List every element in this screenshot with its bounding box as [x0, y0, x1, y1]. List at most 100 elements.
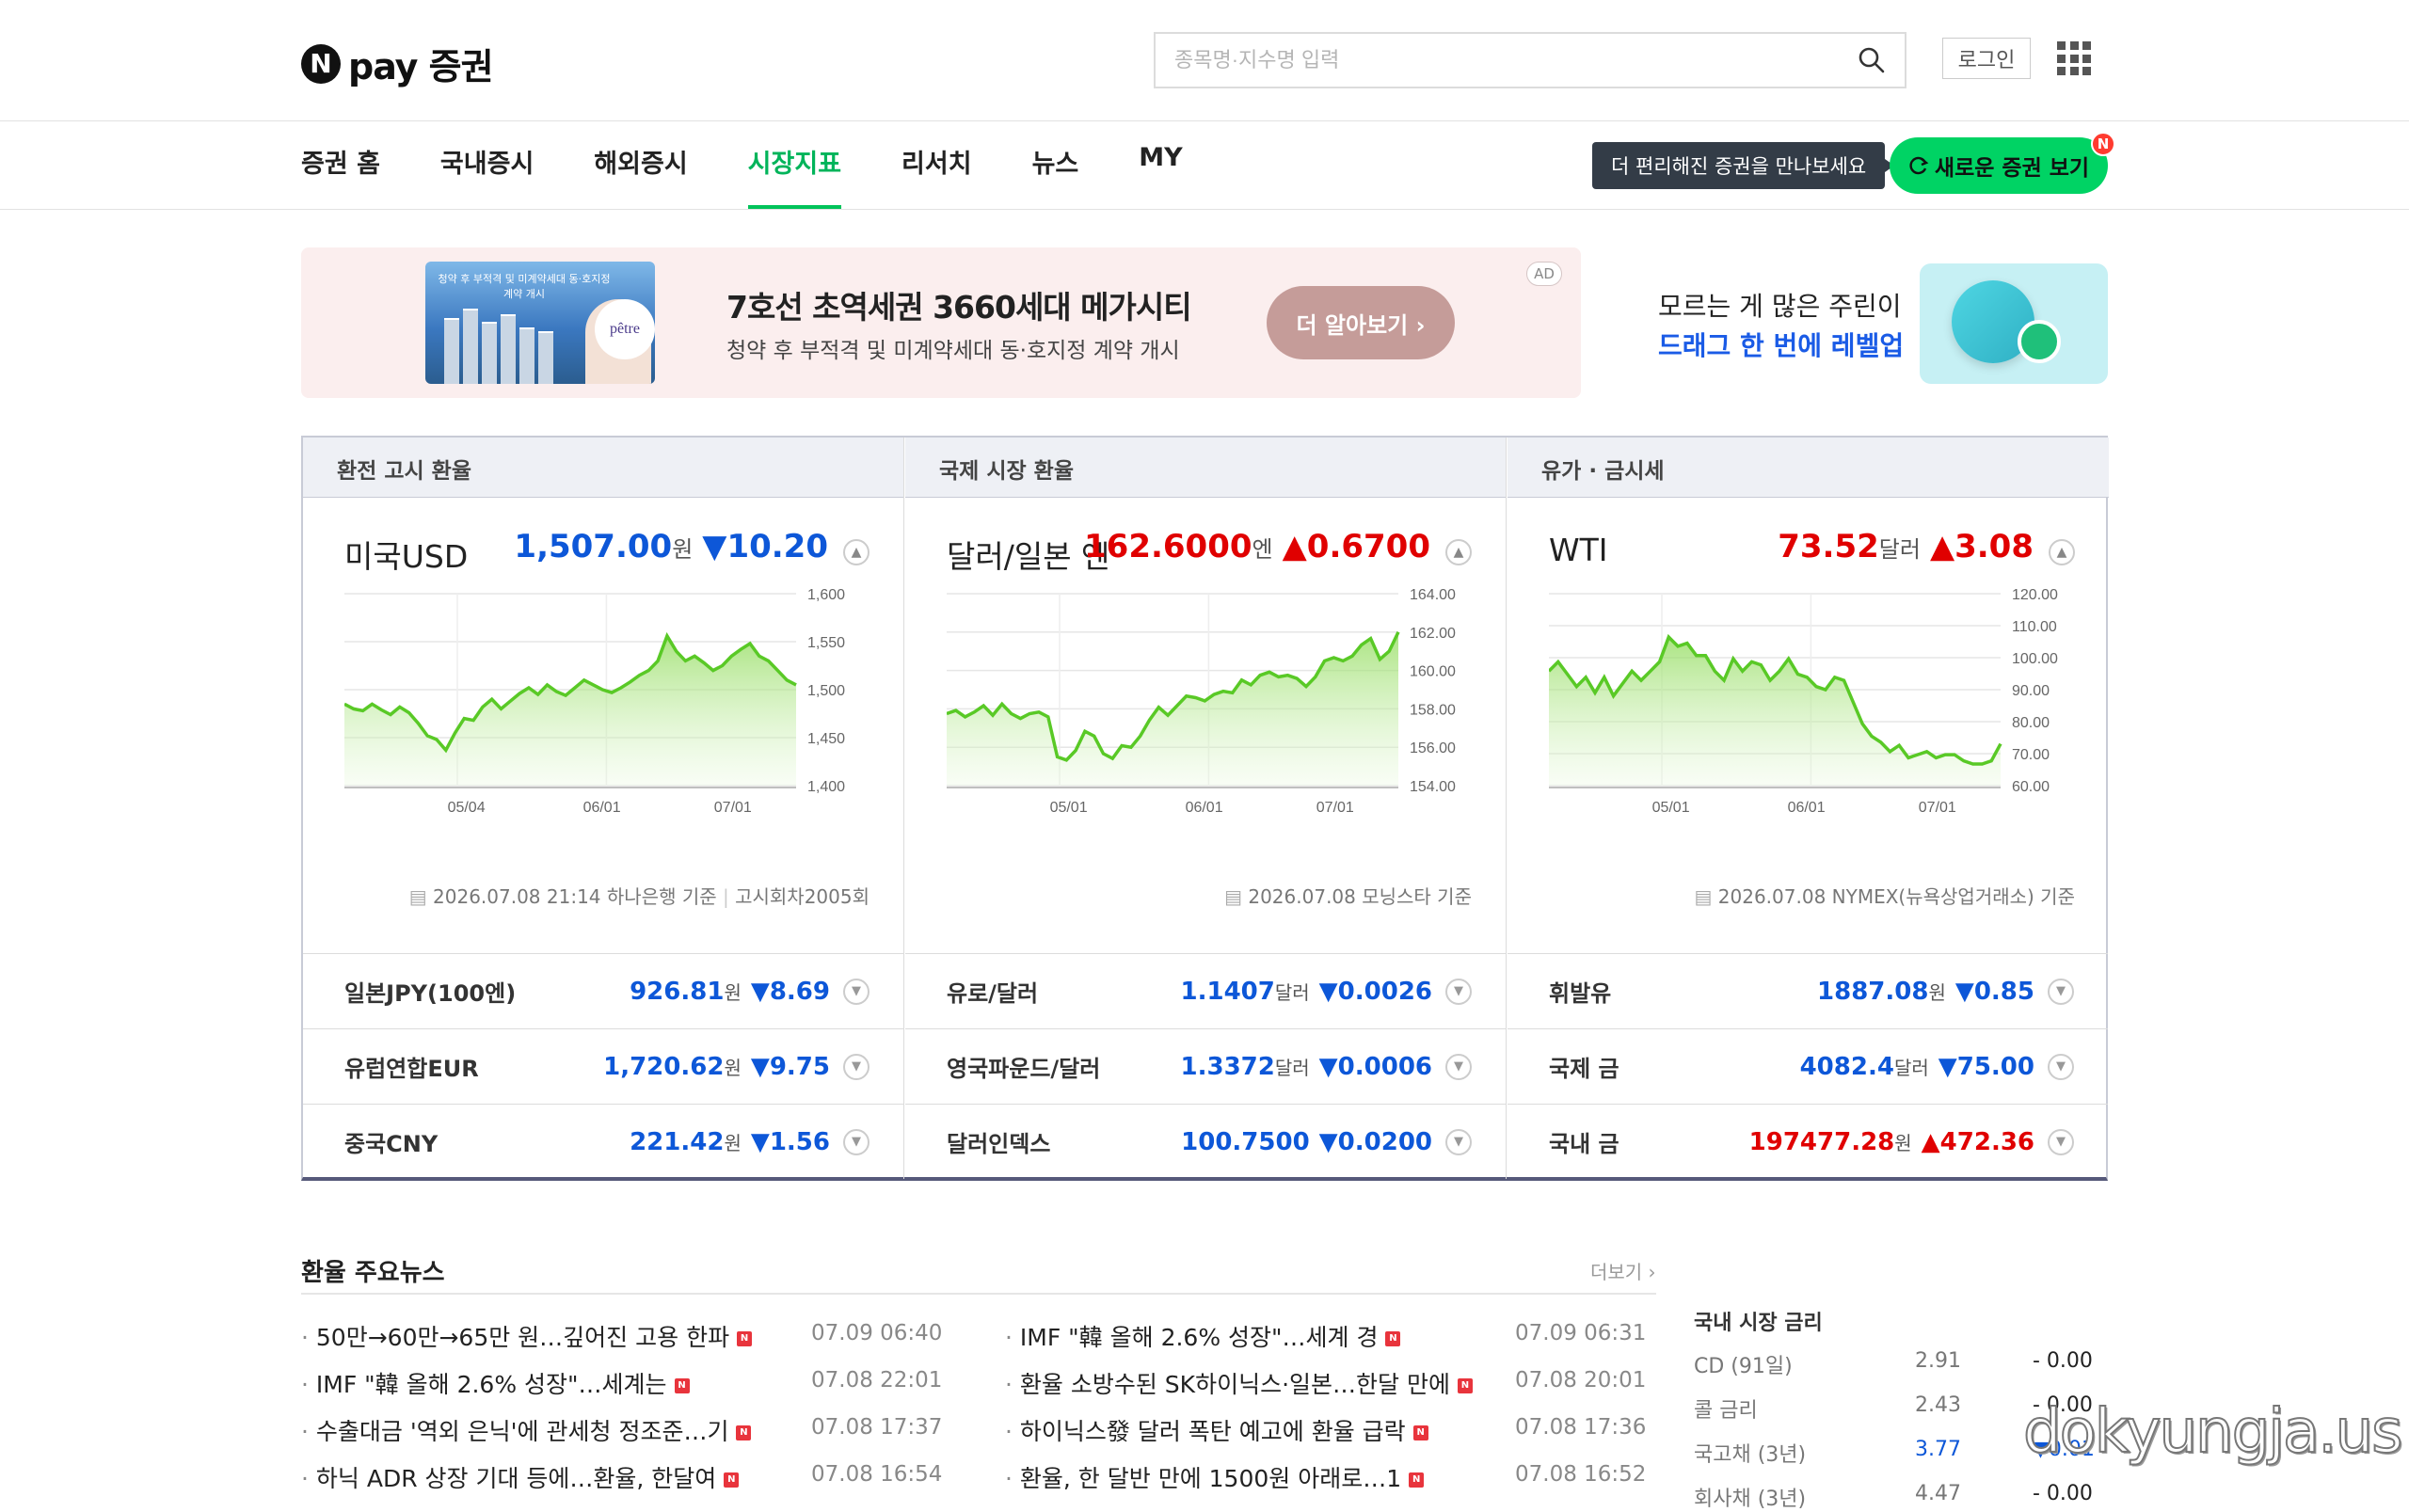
news-item[interactable]: · 환율 소방수된 SK하이닉스·일본…한달 만에 N 07.08 20:01 — [1005, 1366, 1646, 1400]
search-box[interactable] — [1154, 32, 1906, 88]
magnifier-badge-icon — [2018, 320, 2061, 363]
news-time: 07.09 06:31 — [1515, 1321, 1647, 1345]
login-button[interactable]: 로그인 — [1942, 38, 2031, 79]
ad-subtitle[interactable]: 청약 후 부적격 및 미계약세대 동·호지정 계약 개시 — [726, 332, 1180, 364]
news-time: 07.09 06:40 — [811, 1321, 943, 1345]
expand-chevron-icon[interactable]: ▼ — [1445, 1053, 1472, 1080]
nav-item-2[interactable]: 해외증시 — [594, 143, 687, 209]
y-tick-label: 60.00 — [2012, 779, 2050, 795]
x-tick-label: 06/01 — [583, 800, 621, 816]
ad-title[interactable]: 7호선 초역세권 3660세대 메가시티 — [726, 282, 1192, 327]
nav-item-6[interactable]: MY — [1139, 143, 1182, 209]
x-tick-label: 05/01 — [1652, 800, 1690, 816]
news-new-badge: N — [737, 1331, 753, 1346]
nav-item-1[interactable]: 국내증시 — [440, 143, 534, 209]
unit: 원 — [1894, 1131, 1912, 1154]
news-new-badge: N — [1385, 1331, 1401, 1346]
indicator-row[interactable]: 중국CNY 221.42원 ▼1.56 ▼ — [303, 1104, 903, 1179]
main-indicator-name[interactable]: 미국USD — [344, 532, 468, 577]
rate-change: - 0.00 — [2033, 1482, 2093, 1505]
news-item[interactable]: · 수출대금 '역외 은닉'에 관세청 정조준…기 N 07.08 17:37 — [301, 1413, 942, 1447]
indicator-name: 유로/달러 — [947, 980, 1039, 1007]
nav-item-4[interactable]: 리서치 — [901, 143, 972, 209]
bullet: · — [301, 1418, 316, 1445]
news-more-link[interactable]: 더보기 › — [1590, 1257, 1656, 1284]
expand-chevron-icon[interactable]: ▼ — [1445, 1128, 1472, 1155]
indicator-name: 영국파운드/달러 — [947, 1056, 1101, 1082]
ad-learn-more-button[interactable]: 더 알아보기 › — [1267, 286, 1455, 359]
indicator-row[interactable]: 국내 금 197477.28원 ▲472.36 ▼ — [1508, 1104, 2108, 1179]
app-grid-icon[interactable] — [2057, 41, 2091, 75]
new-securities-button[interactable]: 새로운 증권 보기 — [1890, 137, 2108, 194]
y-tick-label: 80.00 — [2012, 715, 2050, 731]
indicator-row[interactable]: 영국파운드/달러 1.3372달러 ▼0.0006 ▼ — [905, 1028, 1506, 1104]
indicator-value: 1887.08원 ▼0.85 — [1817, 978, 2034, 1006]
news-time: 07.08 22:01 — [811, 1368, 943, 1393]
unit: 달러 — [1893, 1056, 1929, 1079]
news-item[interactable]: · 하닉 ADR 상장 기대 등에…환율, 한달여 N 07.08 16:54 — [301, 1460, 942, 1494]
indicator-row[interactable]: 휘발유 1887.08원 ▼0.85 ▼ — [1508, 953, 2108, 1028]
indicator-name: 휘발유 — [1549, 980, 1612, 1007]
nav-item-3[interactable]: 시장지표 — [747, 143, 842, 209]
column-header[interactable]: 국제 시장 환율 — [905, 438, 1506, 498]
collapse-chevron-icon[interactable]: ▲ — [843, 539, 869, 565]
expand-chevron-icon[interactable]: ▼ — [1445, 978, 1472, 1005]
expand-chevron-icon[interactable]: ▼ — [843, 1128, 869, 1155]
ad-image[interactable]: 청약 후 부적격 및 미계약세대 동·호지정 계약 개시 pêtre — [425, 262, 655, 384]
news-item[interactable]: · IMF "韓 올해 2.6% 성장"…세계 경 N 07.09 06:31 — [1005, 1319, 1646, 1353]
market-column-0: 환전 고시 환율미국USD 1,507.00원 ▼10.20 ▲ 1,600 1,550 1… — [303, 438, 904, 1179]
news-title: 하이닉스發 달러 폭탄 예고에 환율 급락 — [1019, 1418, 1406, 1445]
expand-chevron-icon[interactable]: ▼ — [2048, 1128, 2074, 1155]
chart-2[interactable]: 120.00 110.00 100.00 90.00 80.00 70.00 60.00 05… — [1549, 588, 2076, 823]
nav-item-0[interactable]: 증권 홈 — [301, 143, 380, 209]
indicator-row[interactable]: 유럽연합EUR 1,720.62원 ▼9.75 ▼ — [303, 1028, 903, 1104]
indicator-row[interactable]: 일본JPY(100엔) 926.81원 ▼8.69 ▼ — [303, 953, 903, 1028]
main-value: 1,507.00 — [514, 528, 673, 565]
column-header[interactable]: 환전 고시 환율 — [303, 438, 903, 498]
collapse-chevron-icon[interactable]: ▲ — [2049, 539, 2075, 565]
indicator-row[interactable]: 국제 금 4082.4달러 ▼75.00 ▼ — [1508, 1028, 2108, 1104]
indicator-row[interactable]: 달러인덱스 100.7500 ▼0.0200 ▼ — [905, 1104, 1506, 1179]
y-tick-label: 100.00 — [2012, 651, 2058, 667]
indicator-value: 100.7500 ▼0.0200 — [1181, 1128, 1432, 1156]
x-tick-label: 06/01 — [1788, 800, 1826, 816]
rate-row[interactable]: CD (91일) 2.91 - 0.00 — [1694, 1349, 2108, 1379]
nav-item-5[interactable]: 뉴스 — [1032, 143, 1079, 209]
collapse-chevron-icon[interactable]: ▲ — [1445, 539, 1472, 565]
main-unit: 원 — [672, 536, 694, 563]
chart-1[interactable]: 164.00 162.00 160.00 158.00 156.00 154.00 05/0… — [947, 588, 1474, 823]
search-icon[interactable] — [1858, 46, 1886, 74]
news-item[interactable]: · IMF "韓 올해 2.6% 성장"…세계는 N 07.08 22:01 — [301, 1366, 942, 1400]
main-indicator-name[interactable]: WTI — [1549, 532, 1608, 568]
rate-row[interactable]: 회사채 (3년) 4.47 - 0.00 — [1694, 1482, 2108, 1512]
ad-tag[interactable]: AD — [1526, 262, 1562, 286]
news-item[interactable]: · 50만→60만→65만 원…깊어진 고용 한파 N 07.09 06:40 — [301, 1319, 942, 1353]
news-item[interactable]: · 하이닉스發 달러 폭탄 예고에 환율 급락 N 07.08 17:36 — [1005, 1413, 1646, 1447]
news-new-badge: N — [674, 1378, 690, 1393]
side-promo-image[interactable] — [1920, 263, 2108, 384]
value: 100.7500 — [1181, 1127, 1310, 1156]
expand-chevron-icon[interactable]: ▼ — [2048, 978, 2074, 1005]
change: ▼0.85 — [1954, 977, 2034, 1006]
expand-chevron-icon[interactable]: ▼ — [843, 978, 869, 1005]
header-divider — [0, 120, 2409, 121]
side-promo-line2[interactable]: 드래그 한 번에 레벨업 — [1658, 326, 1904, 363]
logo[interactable]: N pay 증권 — [301, 38, 494, 89]
news-item[interactable]: · 환율, 한 달반 만에 1500원 아래로…1 N 07.08 16:52 — [1005, 1460, 1646, 1494]
side-promo-line1[interactable]: 모르는 게 많은 주린이 — [1658, 286, 1902, 324]
indicator-row[interactable]: 유로/달러 1.1407달러 ▼0.0026 ▼ — [905, 953, 1506, 1028]
news-title: 수출대금 '역외 은닉'에 관세청 정조준…기 — [315, 1418, 729, 1445]
column-header[interactable]: 유가 · 금시세 — [1508, 438, 2109, 498]
naver-n-icon: N — [301, 43, 341, 84]
main-indicator-value[interactable]: 73.52달러 ▲3.08 — [1778, 528, 2034, 565]
news-time: 07.08 16:54 — [811, 1462, 943, 1487]
news-time: 07.08 20:01 — [1515, 1368, 1647, 1393]
chart-0[interactable]: 1,600 1,550 1,500 1,450 1,400 05/04 06/01 07/01 — [344, 588, 871, 823]
bullet: · — [301, 1371, 316, 1398]
news-title: 환율, 한 달반 만에 1500원 아래로…1 — [1019, 1465, 1402, 1492]
expand-chevron-icon[interactable]: ▼ — [2048, 1053, 2074, 1080]
expand-chevron-icon[interactable]: ▼ — [843, 1053, 869, 1080]
main-indicator-value[interactable]: 1,507.00원 ▼10.20 — [514, 528, 828, 565]
search-input[interactable] — [1174, 48, 1858, 72]
main-indicator-value[interactable]: 162.6000엔 ▲0.6700 — [1084, 528, 1430, 565]
